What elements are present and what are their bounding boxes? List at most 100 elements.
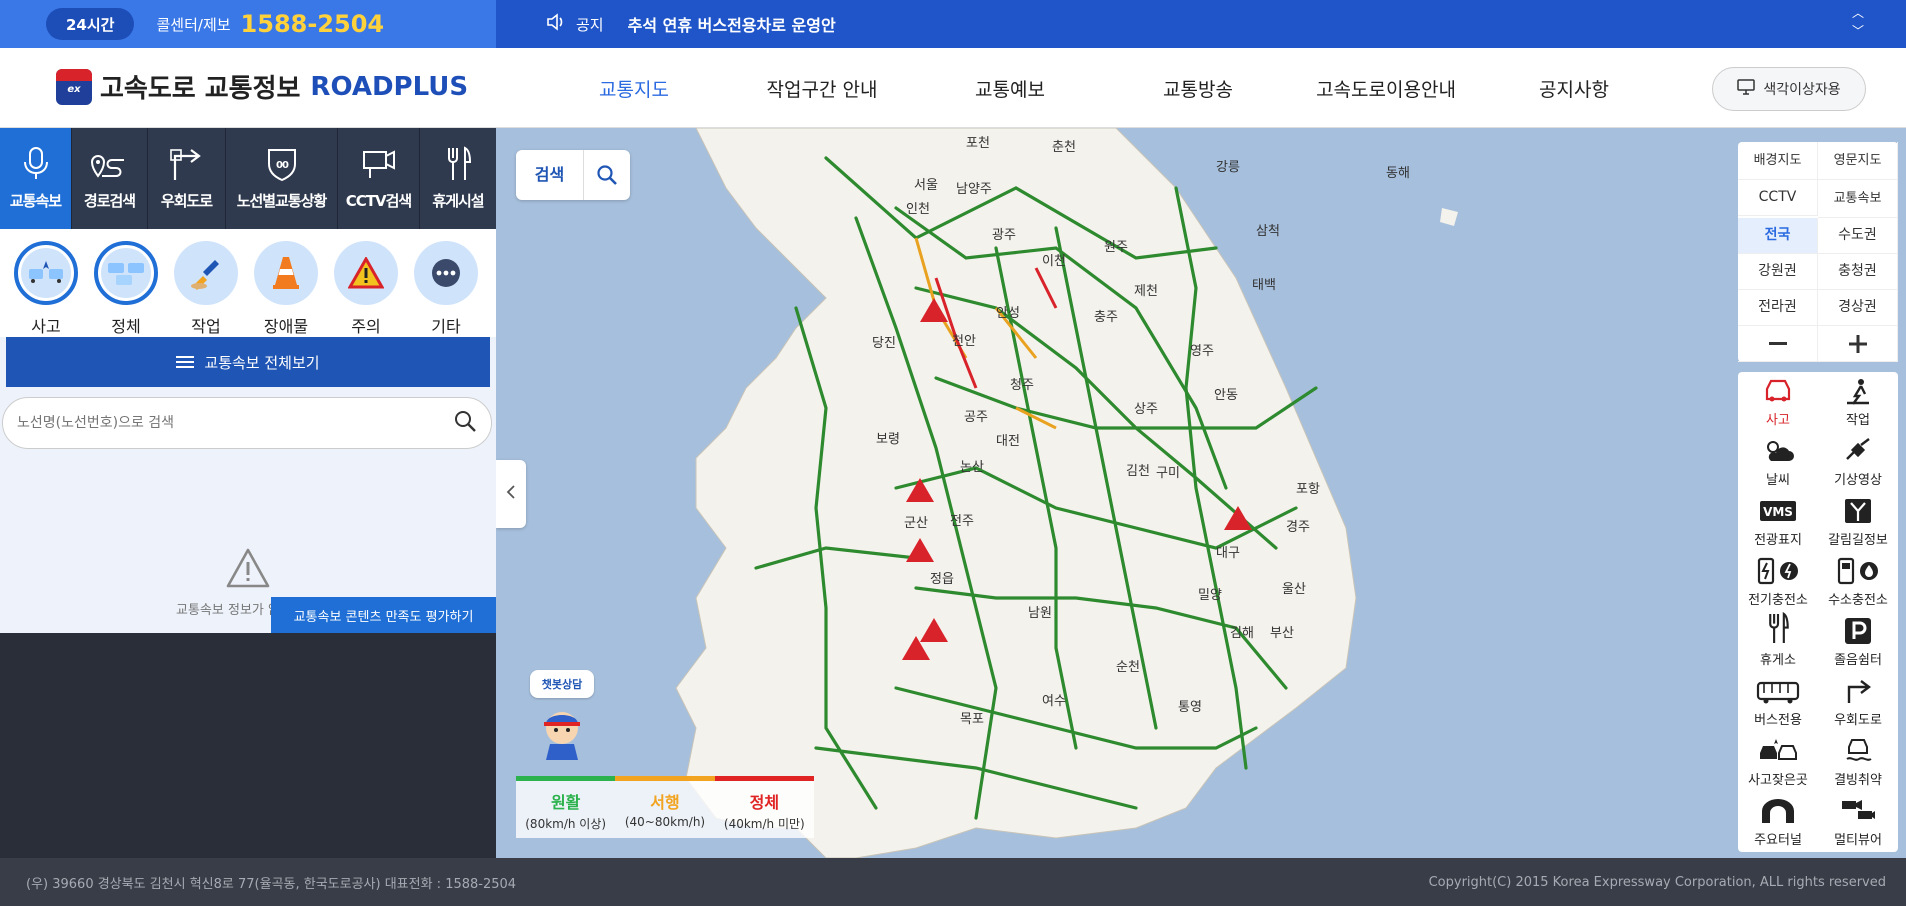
layer-bus-lane[interactable]: 버스전용 — [1738, 672, 1818, 732]
tool-label: 우회도로 — [160, 192, 213, 210]
category-label: 주의 — [351, 317, 381, 336]
legend-title: 서행 — [650, 793, 680, 812]
chevron-down-icon[interactable]: ﹀ — [1852, 22, 1864, 40]
traffic-news-panel: 사고 정체 작업 장애물 주의 기타 교통속보 전체보기 노선명(노선번호)으로… — [0, 229, 496, 633]
tool-route-status[interactable]: 00 노선별교통상황 — [226, 128, 338, 229]
map-label: 강릉 — [1216, 160, 1240, 175]
nav-broadcast[interactable]: 교통방송 — [1104, 48, 1292, 128]
layer-label: 작업 — [1846, 413, 1870, 428]
map-label: 원주 — [1104, 240, 1128, 255]
map-label: 전주 — [950, 514, 974, 529]
tool-route-search[interactable]: 경로검색 — [72, 128, 148, 229]
layer-hydrogen[interactable]: 수소충전소 — [1818, 552, 1898, 612]
chatbot-label: 챗봇상담 — [530, 670, 594, 698]
korea-map-canvas — [675, 128, 1458, 858]
island — [1440, 208, 1458, 226]
layer-label: 사고잦은곳 — [1748, 773, 1808, 788]
region-gangwon[interactable]: 강원권 — [1738, 254, 1818, 290]
layer-junction[interactable]: 갈림길정보 — [1818, 492, 1898, 552]
region-chungcheong[interactable]: 충청권 — [1818, 254, 1898, 290]
nav-usage-guide[interactable]: 고속도로이용안내 — [1292, 48, 1480, 128]
route-search-input[interactable] — [17, 415, 453, 431]
footer-copyright: Copyright(C) 2015 Korea Expressway Corpo… — [1428, 874, 1886, 890]
minus-icon — [1768, 341, 1787, 345]
layer-rest-area[interactable]: 휴게소 — [1738, 612, 1818, 672]
layer-label: 전광표지 — [1754, 533, 1802, 548]
chatbot-button[interactable]: 챗봇상담 — [530, 670, 594, 762]
english-map-button[interactable]: 영문지도 — [1818, 142, 1898, 180]
map-label: 여수 — [1042, 694, 1066, 709]
map-label: 포천 — [966, 136, 990, 151]
collapse-sidebar-button[interactable] — [496, 460, 526, 528]
tool-label: 노선별교통상황 — [236, 192, 328, 210]
traffic-news-toggle[interactable]: 교통속보 — [1818, 180, 1898, 218]
layer-ev-charging[interactable]: 전기충전소 — [1738, 552, 1818, 612]
layer-label: 결빙취약 — [1834, 773, 1882, 788]
region-nationwide[interactable]: 전국 — [1738, 218, 1818, 254]
tool-traffic-news[interactable]: 교통속보 — [0, 128, 72, 229]
route-icon — [90, 155, 124, 178]
map-search-button[interactable]: 검색 — [516, 150, 630, 200]
layer-weather-radar[interactable]: 기상영상 — [1818, 432, 1898, 492]
rate-content-button[interactable]: 교통속보 콘텐츠 만족도 평가하기 — [271, 597, 496, 633]
layer-accident[interactable]: 사고 — [1738, 372, 1818, 432]
footer-address: (우) 39660 경상북도 김천시 혁신8로 77(율곡동, 한국도로공사) … — [26, 876, 517, 892]
logo-brand: ROADPLUS — [310, 71, 469, 102]
tool-rest-area[interactable]: 휴게시설 — [420, 128, 496, 229]
category-work[interactable]: 작업 — [166, 241, 246, 337]
map-label: 삼척 — [1256, 224, 1280, 239]
legend-bar — [714, 776, 814, 781]
layer-work[interactable]: 작업 — [1818, 372, 1898, 432]
region-jeolla[interactable]: 전라권 — [1738, 290, 1818, 326]
nav-traffic-map[interactable]: 교통지도 — [540, 48, 728, 128]
logo[interactable]: ex 고속도로 교통정보 ROADPLUS — [56, 68, 468, 105]
cctv-icon — [362, 150, 395, 178]
notice-label: 공지 — [576, 15, 604, 34]
map-label: 천안 — [952, 334, 976, 349]
nav-notice[interactable]: 공지사항 — [1480, 48, 1668, 128]
category-etc[interactable]: 기타 — [406, 241, 486, 337]
layer-detour[interactable]: 우회도로 — [1818, 672, 1898, 732]
legend-sub: (40km/h 미만) — [723, 817, 805, 831]
tool-label: CCTV검색 — [345, 192, 412, 210]
callcenter-bar: 24시간 콜센터/제보 1588-2504 — [0, 0, 496, 48]
tool-cctv[interactable]: CCTV검색 — [338, 128, 420, 229]
colorblind-button[interactable]: 색각이상자용 — [1712, 67, 1866, 111]
map-control-panel: 배경지도 영문지도 CCTV 교통속보 전국 수도권 강원권 충청권 전라권 경… — [1738, 142, 1898, 362]
category-congestion[interactable]: 정체 — [86, 241, 166, 337]
legend-sub: (80km/h 이상) — [525, 817, 607, 831]
region-gyeongsang[interactable]: 경상권 — [1818, 290, 1898, 326]
plus-icon — [1848, 334, 1867, 353]
notice-text[interactable]: 추석 연휴 버스전용차로 운영안 — [628, 12, 836, 36]
tool-detour[interactable]: 우회도로 — [148, 128, 226, 229]
nav-work-zone[interactable]: 작업구간 안내 — [728, 48, 916, 128]
layer-drowsy-shelter[interactable]: 졸음쉼터 — [1818, 612, 1898, 672]
base-map-button[interactable]: 배경지도 — [1738, 142, 1818, 180]
region-capital[interactable]: 수도권 — [1818, 218, 1898, 254]
traffic-map[interactable]: 포천 춘천 강릉 동해 서울 남양주 인천 광주 이천 원주 삼척 태백 제천 … — [496, 128, 1906, 858]
layer-weather[interactable]: 날씨 — [1738, 432, 1818, 492]
category-obstacle[interactable]: 장애물 — [246, 241, 326, 337]
tool-tabs: 교통속보 경로검색 우회도로 00 노선별교통상황 CCTV검색 휴게시설 — [0, 128, 496, 229]
nav-forecast[interactable]: 교통예보 — [916, 48, 1104, 128]
layer-accident-prone[interactable]: 사고잦은곳 — [1738, 732, 1818, 792]
fullview-button[interactable]: 교통속보 전체보기 — [6, 337, 490, 387]
zoom-in-button[interactable] — [1818, 326, 1898, 362]
search-icon[interactable] — [453, 409, 477, 437]
layer-multiviewer[interactable]: 멀티뷰어 — [1818, 792, 1898, 852]
ex-emblem-icon: ex — [56, 68, 92, 105]
layer-vms[interactable]: VMS 전광표지 — [1738, 492, 1818, 552]
legend-slow: 서행 (40~80km/h) — [615, 776, 715, 838]
map-layer-panel: 사고 작업 날씨 기상영상 VMS 전광표지 갈림길정보 전기충전소 수소충전소… — [1738, 372, 1898, 852]
tunnel-icon — [1762, 799, 1794, 823]
cctv-toggle[interactable]: CCTV — [1738, 180, 1818, 216]
layer-icy-road[interactable]: 결빙취약 — [1818, 732, 1898, 792]
category-caution[interactable]: 주의 — [326, 241, 406, 337]
category-accident[interactable]: 사고 — [6, 241, 86, 337]
callcenter-phone[interactable]: 1588-2504 — [241, 10, 385, 38]
chevron-up-icon[interactable]: ︿ — [1852, 4, 1864, 22]
zoom-out-button[interactable] — [1738, 326, 1818, 362]
layer-tunnel[interactable]: 주요터널 — [1738, 792, 1818, 852]
search-icon[interactable] — [584, 164, 630, 186]
category-list: 사고 정체 작업 장애물 주의 기타 — [0, 229, 496, 337]
